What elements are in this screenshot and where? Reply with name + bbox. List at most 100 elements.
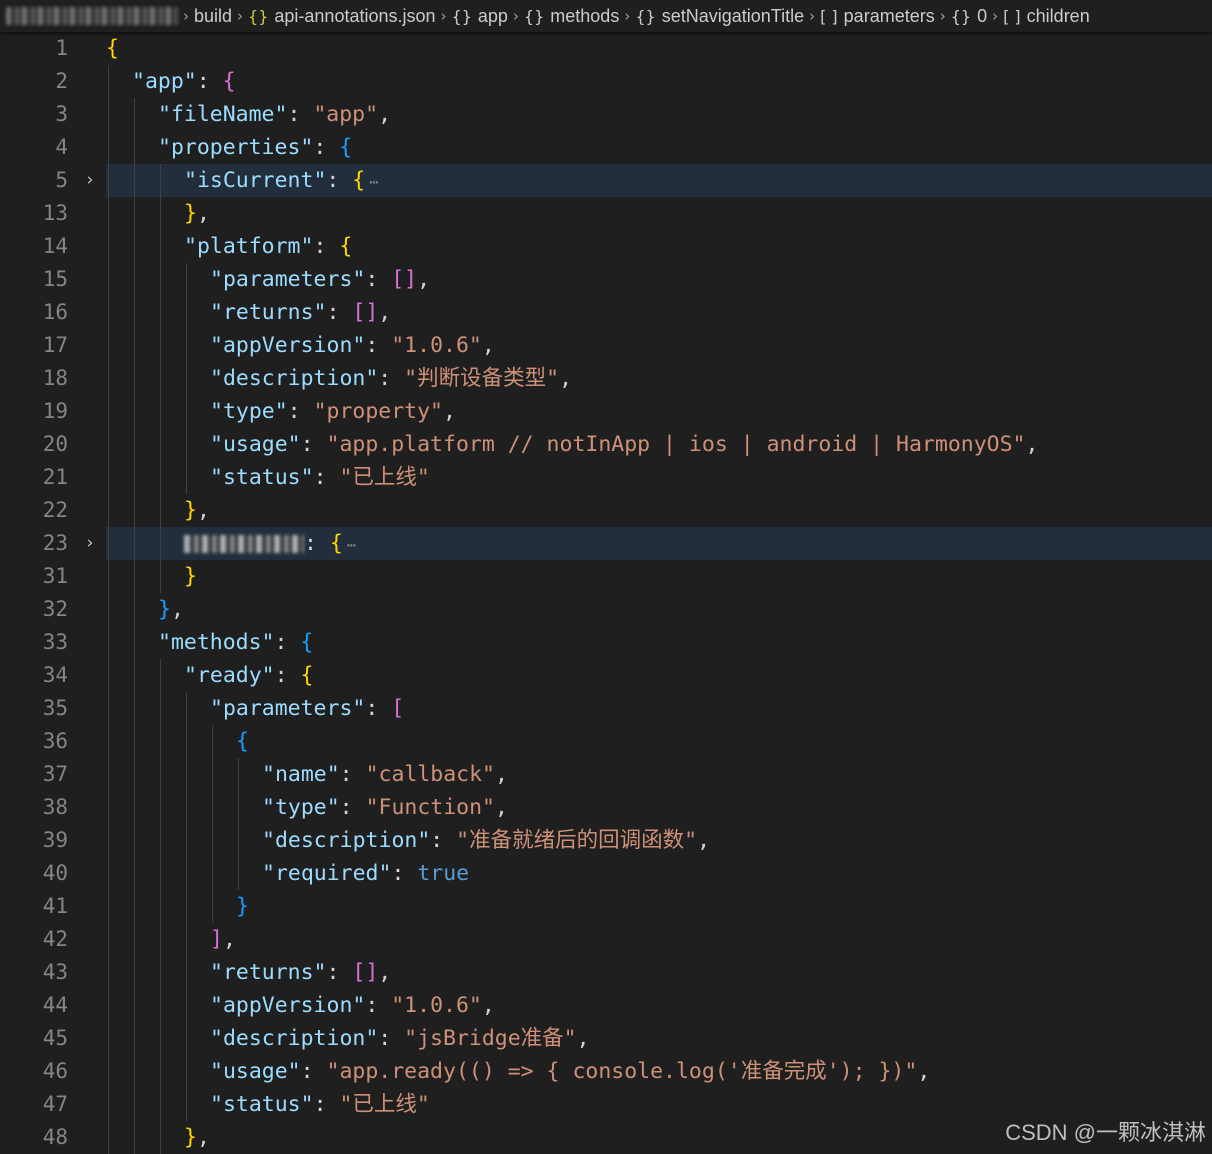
code-text[interactable]: }, [158,593,184,626]
code-token: "usage" [210,432,301,457]
code-text[interactable]: { [106,32,119,65]
code-text[interactable]: }, [184,197,210,230]
indent-guide [160,395,161,428]
code-text[interactable]: "parameters": [], [210,263,430,296]
code-token: "parameters" [210,696,366,721]
fold-chevron-right-icon[interactable]: › [82,527,98,560]
indent-guide [134,461,135,494]
indent-guide [160,890,161,923]
line-number: 47 [42,1092,68,1116]
object-icon: {} [950,6,972,26]
code-text[interactable]: "description": "jsBridge准备", [210,1022,590,1055]
code-text[interactable]: "parameters": [ [210,692,404,725]
code-text[interactable]: "app": { [132,65,236,98]
breadcrumb-label: children [1026,5,1090,26]
code-text[interactable]: "type": "property", [210,395,456,428]
code-line: 45 "description": "jsBridge准备", [0,1022,1212,1055]
breadcrumb-item[interactable]: {} setNavigationTitle [635,6,804,27]
code-token: "properties" [158,135,314,160]
indent-guide [134,1121,135,1154]
folded-ellipsis-icon[interactable]: ⋯ [369,173,378,191]
line-number: 4 [55,135,68,159]
line-number: 14 [42,234,68,258]
line-number: 15 [42,267,68,291]
indent-guide [134,527,135,560]
breadcrumb-item[interactable]: {} 0 [951,6,987,27]
code-text[interactable]: "usage": "app.platform // notInApp | ios… [210,428,1038,461]
breadcrumb-item[interactable]: [ ] parameters [820,6,935,27]
indent-guide [160,197,161,230]
code-line: 13}, [0,197,1212,230]
breadcrumb-item[interactable]: build [194,6,232,27]
code-token: , [196,201,210,226]
indent-guide [134,1088,135,1121]
code-text[interactable]: "appVersion": "1.0.6", [210,989,495,1022]
code-text[interactable]: } [184,560,197,593]
code-token: [ [391,696,405,721]
code-text[interactable]: "methods": { [158,626,313,659]
chevron-right-icon: › [939,7,946,25]
indent-guide [186,857,187,890]
code-line: 22}, [0,494,1212,527]
code-token: { [222,69,236,94]
indent-guide [134,1022,135,1055]
code-editor[interactable]: 1{2 "app": {3 "fileName": "app", 4 "properti… [0,32,1212,1154]
code-text[interactable]: "returns": [], [210,956,391,989]
code-text[interactable]: "properties": { [158,131,352,164]
indent-guide [134,659,135,692]
code-token: "app.platform // notInApp | ios | androi… [326,432,1026,457]
code-token: "ready" [184,663,275,688]
code-text[interactable]: }, [184,494,210,527]
code-token: , [495,762,508,787]
code-text[interactable]: "type": "Function", [262,791,508,824]
indent-guide [186,1088,187,1121]
breadcrumb-item[interactable]: {} api-annotations.json [248,6,435,27]
code-token: , [495,795,508,820]
indent-guide [108,593,109,626]
code-text[interactable]: "status": "已上线" [210,1088,430,1121]
code-text[interactable]: "required": true [262,857,469,890]
code-token: , [481,993,495,1018]
code-token: : [304,531,330,556]
code-token: [] [352,960,379,985]
indent-guide [160,494,161,527]
code-text[interactable]: } [236,890,249,923]
line-number: 20 [42,432,68,456]
indent-guide [108,989,109,1022]
breadcrumb-item[interactable]: [ ] children [1003,6,1090,27]
breadcrumb-item[interactable]: {} methods [524,6,619,27]
code-token: } [158,597,171,622]
code-token: "description" [210,366,379,391]
code-text[interactable]: "ready": { [184,659,313,692]
indent-guide [108,395,109,428]
indent-guide [134,791,135,824]
indent-guide [160,362,161,395]
code-text[interactable]: "description": "准备就绪后的回调函数", [262,824,710,857]
code-text[interactable]: ], [210,923,236,956]
code-token: , [443,399,456,424]
code-text[interactable]: "description": "判断设备类型", [210,362,572,395]
line-number: 23 [42,531,68,555]
code-text[interactable]: "platform": { [184,230,352,263]
code-text[interactable]: }, [184,1121,210,1154]
code-token: "status" [210,1092,314,1117]
code-text[interactable]: "name": "callback", [262,758,508,791]
indent-guide [186,428,187,461]
code-token: : [378,1026,405,1051]
indent-guide [108,1022,109,1055]
code-token: , [378,300,392,325]
code-text[interactable]: "appVersion": "1.0.6", [210,329,495,362]
code-text[interactable]: : {⋯ [184,527,356,562]
folded-ellipsis-icon[interactable]: ⋯ [347,536,356,554]
indent-guide [108,428,109,461]
code-text[interactable]: "status": "已上线" [210,461,430,494]
code-text[interactable]: "usage": "app.ready(() => { console.log(… [210,1055,930,1088]
code-token: : [339,795,366,820]
fold-chevron-right-icon[interactable]: › [82,164,98,197]
indent-guide [134,494,135,527]
code-text[interactable]: "returns": [], [210,296,391,329]
code-text[interactable]: { [236,725,249,758]
code-text[interactable]: "fileName": "app", [158,98,391,131]
breadcrumb-item[interactable]: {} app [452,6,508,27]
code-text[interactable]: "isCurrent": {⋯ [184,164,378,199]
